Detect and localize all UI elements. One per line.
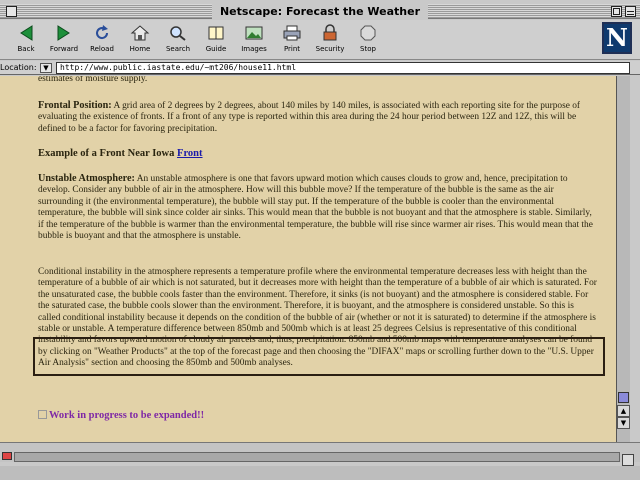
horizontal-scrollbar[interactable] xyxy=(14,452,620,462)
reload-button[interactable]: Reload xyxy=(84,24,120,58)
guide-label: Guide xyxy=(205,45,227,53)
stop-button[interactable]: Stop xyxy=(350,24,386,58)
bullet-image-icon xyxy=(38,410,47,419)
resize-grip-icon[interactable] xyxy=(622,454,634,466)
search-icon xyxy=(170,26,186,41)
guide-button[interactable]: Guide xyxy=(198,24,234,58)
location-label: Location: xyxy=(0,63,37,72)
forward-label: Forward xyxy=(49,45,79,53)
work-in-progress-text: Work in progress to be expanded!! xyxy=(49,410,205,421)
print-button[interactable]: Print xyxy=(274,24,310,58)
home-icon xyxy=(130,25,150,41)
vertical-scrollbar[interactable]: ▲ ▼ xyxy=(616,76,630,442)
frontal-position-paragraph: Frontal Position: A grid area of 2 degre… xyxy=(38,100,598,135)
location-dropdown-arrow-icon[interactable]: ▼ xyxy=(40,63,52,73)
back-label: Back xyxy=(17,45,35,53)
title-bar[interactable]: Netscape: Forecast the Weather xyxy=(0,4,640,19)
stop-icon xyxy=(360,25,376,41)
guide-icon xyxy=(208,26,224,40)
scroll-up-arrow-icon[interactable]: ▲ xyxy=(617,405,630,417)
images-icon xyxy=(245,26,263,40)
window-title: Netscape: Forecast the Weather xyxy=(211,4,429,19)
page-content: estimates of moisture supply. Frontal Po… xyxy=(0,76,616,442)
browser-window: Netscape: Forecast the Weather Back Forw… xyxy=(0,0,640,480)
front-example-heading: Example of a Front Near Iowa Front xyxy=(38,147,598,160)
security-button[interactable]: Security xyxy=(312,24,348,58)
moisture-text: estimates of moisture supply. xyxy=(38,76,148,84)
front-example-title: Example of a Front Near Iowa xyxy=(38,148,175,159)
unstable-atmosphere-paragraph: Unstable Atmosphere: An unstable atmosph… xyxy=(38,173,598,242)
netscape-logo[interactable]: N xyxy=(602,22,632,54)
stop-label: Stop xyxy=(360,45,376,53)
reload-icon xyxy=(96,25,109,40)
images-label: Images xyxy=(241,45,267,53)
work-in-progress-notice: Work in progress to be expanded!! xyxy=(38,410,204,421)
security-lock-icon xyxy=(323,24,337,41)
unstable-atmosphere-heading: Unstable Atmosphere: xyxy=(38,173,135,184)
home-label: Home xyxy=(129,45,151,53)
highlight-box xyxy=(33,337,605,376)
desktop-strip xyxy=(0,466,640,480)
front-example-link[interactable]: Front xyxy=(177,148,202,159)
security-status-icon[interactable] xyxy=(2,452,12,460)
location-url-input[interactable]: http://www.public.iastate.edu/~mt206/hou… xyxy=(56,62,630,74)
location-bar: Location: ▼ http://www.public.iastate.ed… xyxy=(0,61,640,75)
home-button[interactable]: Home xyxy=(122,24,158,58)
close-box-button[interactable] xyxy=(6,6,17,17)
search-button[interactable]: Search xyxy=(160,24,196,58)
print-label: Print xyxy=(283,45,301,53)
print-icon xyxy=(283,25,301,41)
back-arrow-icon xyxy=(20,25,33,41)
unstable-atmosphere-text: An unstable atmosphere is one that favor… xyxy=(38,174,593,242)
zoom-box-button[interactable] xyxy=(611,6,622,17)
frontal-position-text: A grid area of 2 degrees by 2 degrees, a… xyxy=(38,101,581,134)
forward-arrow-icon xyxy=(57,25,70,41)
scroll-down-arrow-icon[interactable]: ▼ xyxy=(617,417,630,429)
collapse-box-button[interactable] xyxy=(625,6,636,17)
frontal-position-heading: Frontal Position: xyxy=(38,100,112,111)
navigation-toolbar: Back Forward Reload Home Search Guide Im… xyxy=(0,20,640,60)
scroll-thumb[interactable] xyxy=(618,392,629,403)
back-button[interactable]: Back xyxy=(8,24,44,58)
reload-label: Reload xyxy=(90,45,114,53)
images-button[interactable]: Images xyxy=(236,24,272,58)
status-bar xyxy=(0,442,640,462)
forward-button[interactable]: Forward xyxy=(46,24,82,58)
security-label: Security xyxy=(315,45,345,53)
search-label: Search xyxy=(165,45,191,53)
